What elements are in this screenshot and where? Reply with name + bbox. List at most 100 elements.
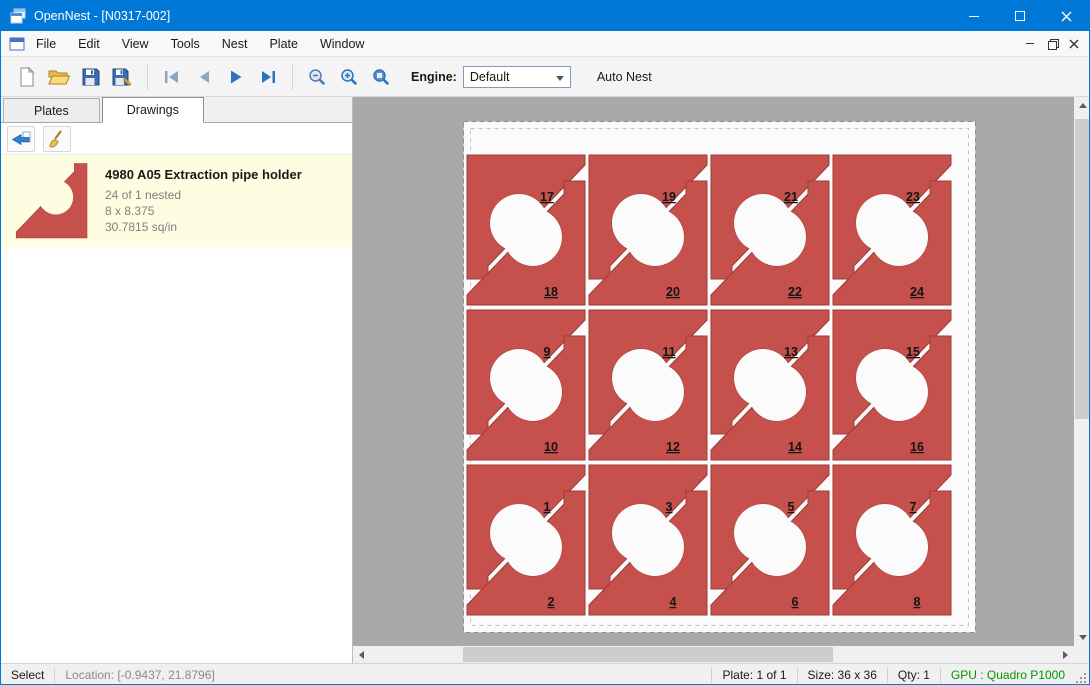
horizontal-scrollbar[interactable]	[353, 646, 1074, 663]
part-number[interactable]: 1	[544, 500, 551, 514]
clear-button[interactable]	[43, 126, 71, 152]
maximize-button[interactable]	[997, 1, 1043, 31]
menu-window[interactable]: Window	[309, 31, 375, 56]
zoom-in-button[interactable]	[333, 61, 365, 93]
auto-nest-button[interactable]: Auto Nest	[589, 66, 660, 88]
part-number[interactable]: 15	[906, 345, 920, 359]
broom-icon	[47, 129, 67, 149]
scrollbar-corner	[1074, 646, 1090, 663]
new-button[interactable]	[11, 61, 43, 93]
child-minimize-button[interactable]	[1019, 34, 1041, 54]
child-restore-icon	[1048, 39, 1057, 48]
save-as-icon	[112, 67, 134, 87]
arrow-left-icon	[359, 651, 364, 659]
status-qty: Qty: 1	[888, 664, 940, 685]
status-gpu: GPU : Quadro P1000	[941, 664, 1075, 685]
part-number[interactable]: 11	[662, 345, 675, 359]
minimize-button[interactable]	[951, 1, 997, 31]
tab-drawings[interactable]: Drawings	[102, 97, 204, 123]
engine-dropdown[interactable]: Default	[463, 66, 571, 88]
toolbar-separator	[147, 64, 148, 90]
part-number[interactable]: 10	[544, 440, 558, 454]
scroll-down-button[interactable]	[1074, 629, 1090, 646]
zoom-out-button[interactable]	[301, 61, 333, 93]
child-close-button[interactable]	[1063, 34, 1085, 54]
part-number[interactable]: 7	[910, 500, 917, 514]
zoom-fit-button[interactable]	[365, 61, 397, 93]
part-number[interactable]: 6	[792, 595, 799, 609]
part-number[interactable]: 13	[784, 345, 798, 359]
part-number[interactable]: 3	[666, 500, 673, 514]
app-icon	[10, 8, 26, 24]
status-size: Size: 36 x 36	[798, 664, 887, 685]
part-number[interactable]: 17	[540, 190, 554, 204]
menu-view[interactable]: View	[111, 31, 160, 56]
main-area: Plates Drawings 4980 A05 Extractio	[1, 97, 1090, 663]
app-window: OpenNest - [N0317-002] File Edit View To…	[0, 0, 1090, 685]
part-number[interactable]: 5	[788, 500, 795, 514]
last-plate-icon	[258, 67, 278, 87]
save-button[interactable]	[75, 61, 107, 93]
menu-nest[interactable]: Nest	[211, 31, 259, 56]
part-number[interactable]: 12	[666, 440, 680, 454]
drawing-info: 4980 A05 Extraction pipe holder 24 of 1 …	[105, 163, 302, 235]
menu-tools[interactable]: Tools	[160, 31, 211, 56]
resize-grip[interactable]	[1075, 664, 1089, 685]
chevron-down-icon	[556, 76, 564, 81]
status-mode: Select	[1, 664, 54, 685]
left-panel: Plates Drawings 4980 A05 Extractio	[1, 97, 353, 663]
horizontal-scroll-thumb[interactable]	[463, 647, 833, 662]
drawing-list-item[interactable]: 4980 A05 Extraction pipe holder 24 of 1 …	[1, 155, 352, 247]
part-number[interactable]: 20	[666, 285, 680, 299]
drawing-nested-count: 24 of 1 nested	[105, 187, 302, 203]
previous-plate-button[interactable]	[188, 61, 220, 93]
last-plate-button[interactable]	[252, 61, 284, 93]
vertical-scroll-thumb[interactable]	[1075, 119, 1090, 419]
part-number[interactable]: 9	[544, 345, 551, 359]
save-icon	[81, 67, 101, 87]
scroll-left-button[interactable]	[353, 646, 370, 663]
scroll-up-button[interactable]	[1074, 97, 1090, 114]
child-minimize-icon	[1026, 43, 1034, 44]
part-number[interactable]: 14	[788, 440, 802, 454]
plate-sheet[interactable]: 171819202122232491011121314151612345678	[463, 121, 976, 633]
arrow-right-icon	[1063, 651, 1068, 659]
send-back-button[interactable]	[7, 126, 35, 152]
status-bar: Select Location: [-0.9437, 21.8796] Plat…	[1, 663, 1089, 685]
menu-edit[interactable]: Edit	[67, 31, 111, 56]
open-folder-icon	[48, 67, 70, 87]
vertical-scrollbar[interactable]	[1074, 97, 1090, 646]
menu-plate[interactable]: Plate	[258, 31, 309, 56]
part-number[interactable]: 2	[548, 595, 555, 609]
next-plate-button[interactable]	[220, 61, 252, 93]
zoom-in-icon	[339, 67, 359, 87]
part-number[interactable]: 23	[906, 190, 920, 204]
close-button[interactable]	[1043, 1, 1089, 31]
main-toolbar: Engine: Default Auto Nest	[1, 57, 1089, 97]
menu-file[interactable]: File	[25, 31, 67, 56]
tab-plates[interactable]: Plates	[3, 98, 100, 122]
save-as-button[interactable]	[107, 61, 139, 93]
part-number[interactable]: 16	[910, 440, 924, 454]
child-window-icon[interactable]	[9, 37, 25, 51]
scroll-right-button[interactable]	[1057, 646, 1074, 663]
window-title: OpenNest - [N0317-002]	[34, 9, 170, 23]
drawing-area: 30.7815 sq/in	[105, 219, 302, 235]
first-plate-icon	[162, 67, 182, 87]
part-number[interactable]: 4	[670, 595, 677, 609]
part-number[interactable]: 24	[910, 285, 924, 299]
open-button[interactable]	[43, 61, 75, 93]
part-number[interactable]: 18	[544, 285, 558, 299]
zoom-fit-icon	[371, 67, 391, 87]
drawings-toolbar	[1, 123, 352, 155]
part-number[interactable]: 8	[914, 595, 921, 609]
child-restore-button[interactable]	[1041, 34, 1063, 54]
part-number[interactable]: 21	[784, 190, 798, 204]
title-bar: OpenNest - [N0317-002]	[1, 1, 1089, 31]
first-plate-button[interactable]	[156, 61, 188, 93]
status-location: Location: [-0.9437, 21.8796]	[55, 664, 224, 685]
part-number[interactable]: 22	[788, 285, 802, 299]
blue-arrow-left-icon	[10, 130, 32, 148]
nest-canvas[interactable]: 171819202122232491011121314151612345678	[353, 97, 1074, 646]
part-number[interactable]: 19	[662, 190, 676, 204]
